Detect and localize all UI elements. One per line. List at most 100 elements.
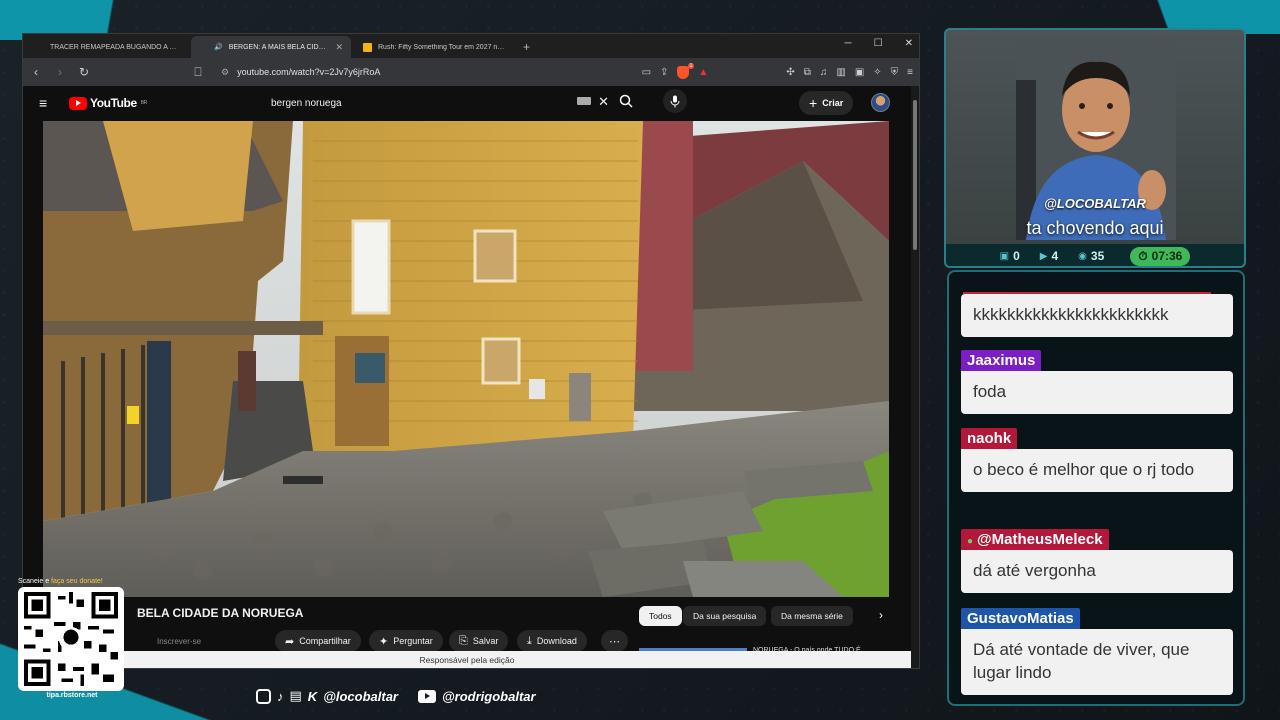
create-button[interactable]: + Criar bbox=[799, 91, 854, 115]
back-button[interactable]: ‹ bbox=[29, 65, 43, 79]
music-icon[interactable]: ♫ bbox=[820, 67, 828, 78]
donate-qr-block: Scaneie e faça seu donate! tipa.rbstore.… bbox=[18, 578, 126, 702]
tiktok-icon: ♪ bbox=[277, 688, 284, 704]
youtube-icon bbox=[418, 689, 436, 703]
chip-all[interactable]: Todos bbox=[639, 606, 682, 626]
tab-rush[interactable]: Rush: Fifty Something Tour em 2027 no Br… bbox=[355, 36, 515, 58]
account-avatar[interactable] bbox=[871, 93, 890, 112]
stream-timer: ⏱ 07:36 bbox=[1130, 246, 1191, 266]
chat-message: GustavoMatias Dá até vontade de viver, q… bbox=[961, 608, 1233, 695]
chat-username: naohk bbox=[961, 428, 1018, 449]
youtube-play-icon bbox=[69, 96, 87, 110]
site-info-icon[interactable]: ⚙ bbox=[221, 67, 229, 78]
scrollbar-thumb[interactable] bbox=[913, 100, 917, 250]
badge-icon: ● bbox=[967, 536, 974, 547]
sparkle-icon: ✦ bbox=[379, 635, 389, 648]
new-tab-button[interactable]: + bbox=[523, 36, 530, 58]
viewers-icon: ◉ bbox=[1078, 250, 1087, 262]
maximize-button[interactable]: ☐ bbox=[874, 38, 883, 49]
reload-button[interactable]: ↻ bbox=[77, 65, 91, 79]
share-arrow-icon: ➦ bbox=[285, 635, 295, 648]
chevron-right-icon[interactable]: › bbox=[879, 608, 883, 622]
url-text: youtube.com/watch?v=2Jv7y6jrRoA bbox=[237, 67, 381, 77]
stream-timer-value: 07:36 bbox=[1151, 249, 1183, 263]
ai-icon[interactable]: ✧ bbox=[873, 67, 881, 78]
share-button[interactable]: ➦ Compartilhar bbox=[275, 630, 361, 652]
wallet-icon[interactable]: ▣ bbox=[855, 67, 864, 78]
bookmark-icon[interactable]: ⎕ bbox=[191, 65, 205, 80]
streamer-message: ta chovendo aqui bbox=[1026, 218, 1164, 238]
search-value: bergen noruega bbox=[271, 97, 342, 109]
tab-label: Rush: Fifty Something Tour em 2027 no Br… bbox=[378, 43, 507, 51]
rewards-icon[interactable]: ▲ bbox=[698, 67, 708, 78]
cast-icon[interactable]: ▭ bbox=[642, 67, 651, 78]
close-window-button[interactable]: ✕ bbox=[905, 38, 913, 49]
chip-same-series[interactable]: Da mesma série bbox=[771, 606, 853, 626]
video-icon: ▶ bbox=[1039, 250, 1048, 262]
vpn-icon[interactable]: ⛨ bbox=[891, 67, 899, 78]
qr-caption: Scaneie e faça seu donate! bbox=[18, 578, 126, 585]
brave-shield-icon[interactable]: 1 bbox=[677, 62, 695, 79]
ask-button[interactable]: ✦ Perguntar bbox=[369, 630, 443, 652]
bookmark-icon: ⎘ bbox=[459, 634, 468, 647]
chat-message-text: Dá até vontade de viver, que lugar lindo bbox=[961, 629, 1233, 695]
qr-caption-highlight: faça seu donate! bbox=[51, 578, 103, 585]
chat-username: Jaaximus bbox=[961, 350, 1042, 371]
extensions-area: ▭ ⇪ 1 ▲ ✣ ⧉ ♫ ▥ ▣ ✧ ⛨ ≡ bbox=[642, 62, 913, 79]
save-button[interactable]: ⎘ Salvar bbox=[449, 630, 509, 652]
qr-caption-prefix: Scaneie e bbox=[18, 578, 50, 585]
edit-notice-bar: Responsável pela edição bbox=[23, 651, 911, 668]
chip-from-search[interactable]: Da sua pesquisa bbox=[683, 606, 767, 626]
browser-window: TRACER REMAPEADA BUGANDO A ZONA N 🔊 BERG… bbox=[22, 33, 920, 669]
social-handles: ♪ ▤ K @locobaltar @rodrigobaltar bbox=[256, 688, 536, 704]
share-icon[interactable]: ⇪ bbox=[660, 67, 668, 78]
create-label: Criar bbox=[822, 98, 844, 108]
video-count: ▶ 4 bbox=[1040, 249, 1058, 263]
ask-label: Perguntar bbox=[393, 636, 433, 646]
youtube-header: ≡ YouTube BR bergen noruega ✕ + Criar bbox=[23, 86, 911, 120]
puzzle-icon[interactable]: ✣ bbox=[786, 67, 794, 78]
sidebar-icon[interactable]: ▥ bbox=[836, 67, 845, 78]
minimize-button[interactable]: ─ bbox=[845, 38, 852, 49]
close-tab-icon[interactable]: ✕ bbox=[335, 42, 343, 53]
clear-search-icon[interactable]: ✕ bbox=[598, 94, 609, 110]
video-player[interactable] bbox=[43, 121, 889, 597]
social-handle: @locobaltar bbox=[323, 688, 398, 704]
screenshot-icon[interactable]: ⧉ bbox=[804, 67, 811, 78]
more-dots-icon: ⋯ bbox=[609, 635, 620, 648]
more-actions-button[interactable]: ⋯ bbox=[601, 630, 628, 652]
chat-username: GustavoMatias bbox=[961, 608, 1080, 629]
search-input[interactable]: bergen noruega ✕ bbox=[261, 91, 611, 115]
download-label: Download bbox=[536, 636, 577, 646]
clock-icon: ⏱ bbox=[1138, 248, 1148, 263]
youtube-logo[interactable]: YouTube BR bbox=[69, 96, 147, 110]
url-field[interactable]: ⚙ youtube.com/watch?v=2Jv7y6jrRoA bbox=[215, 62, 632, 82]
tab-strip: TRACER REMAPEADA BUGANDO A ZONA N 🔊 BERG… bbox=[23, 34, 919, 58]
viewer-count: ◉ 35 bbox=[1078, 249, 1104, 263]
search-icon[interactable] bbox=[619, 94, 633, 111]
hamburger-menu-icon[interactable]: ≡ bbox=[39, 95, 55, 111]
video-title: BELA CIDADE DA NORUEGA bbox=[137, 606, 304, 620]
forward-button[interactable]: › bbox=[53, 65, 67, 79]
video-count-value: 4 bbox=[1051, 249, 1059, 263]
twitch-icon: ▤ bbox=[289, 688, 302, 703]
microphone-icon[interactable] bbox=[663, 89, 687, 113]
page-scrollbar[interactable] bbox=[911, 86, 919, 668]
chat-username: ● @MatheusMeleck bbox=[961, 529, 1109, 550]
tab-bergen[interactable]: 🔊 BERGEN: A MAIS BELA CIDADE DA ✕ bbox=[191, 36, 351, 58]
edit-notice-text: Responsável pela edição bbox=[419, 654, 515, 665]
keyboard-icon[interactable] bbox=[577, 97, 591, 105]
subscribe-button[interactable]: Inscrever-se bbox=[157, 637, 201, 646]
menu-icon[interactable]: ≡ bbox=[907, 67, 913, 78]
region-code: BR bbox=[140, 100, 148, 106]
chat-username-text: @MatheusMeleck bbox=[977, 531, 1103, 548]
download-button[interactable]: ⤓ Download bbox=[517, 630, 587, 652]
youtube-handle: @rodrigobaltar bbox=[442, 688, 536, 704]
download-icon: ⤓ bbox=[527, 634, 532, 647]
shield-badge: 1 bbox=[687, 62, 695, 69]
share-label: Compartilhar bbox=[299, 636, 351, 646]
star-icon bbox=[363, 42, 372, 52]
tab-tracer[interactable]: TRACER REMAPEADA BUGANDO A ZONA N bbox=[27, 36, 187, 58]
video-frame-image bbox=[43, 121, 889, 597]
viewer-count-value: 35 bbox=[1090, 249, 1105, 263]
